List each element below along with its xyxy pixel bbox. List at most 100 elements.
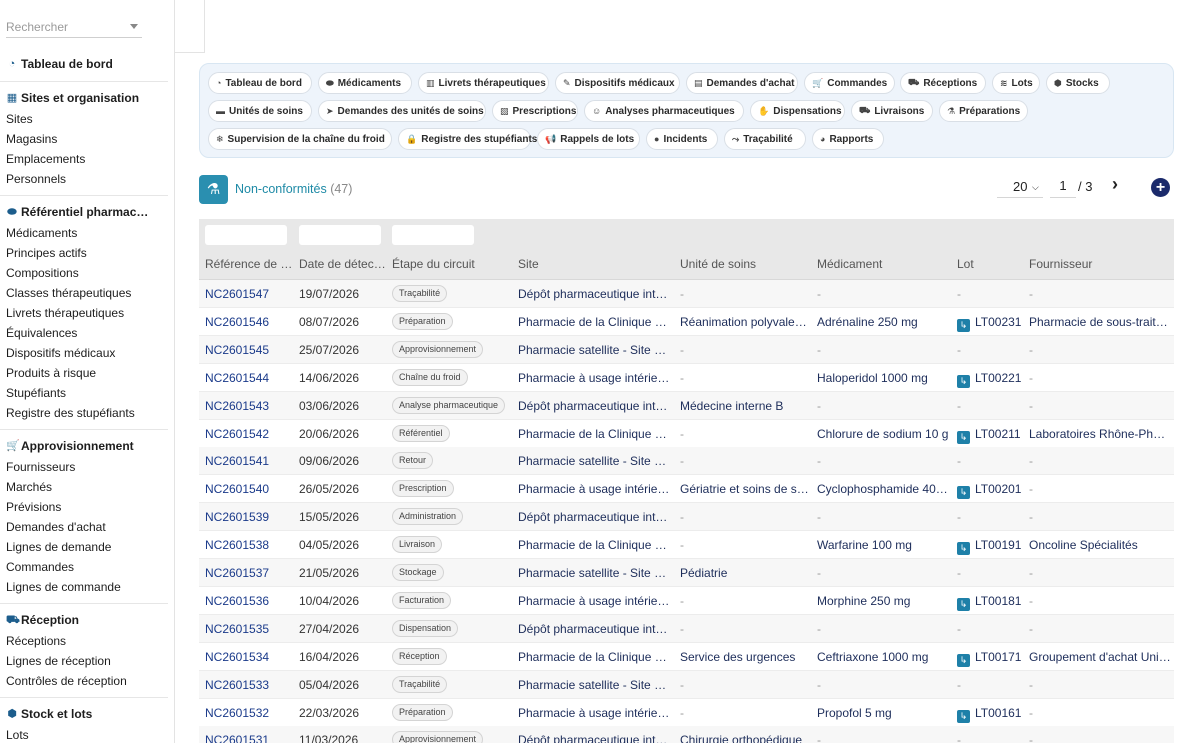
cell-supplier[interactable]: -	[1029, 706, 1171, 720]
cell-med[interactable]: Adrénaline 250 mg	[817, 315, 951, 329]
cell-supplier[interactable]: -	[1029, 343, 1171, 357]
cell-site[interactable]: Pharmacie à usage intérieur…	[518, 594, 673, 608]
table-row[interactable]: NC2601538 04/05/2026 Livraison Pharmacie de…	[199, 531, 1174, 560]
sidebar-item[interactable]: Registre des stupéfiants	[6, 406, 135, 420]
cell-supplier[interactable]: Oncoline Spécialités	[1029, 538, 1171, 552]
cell-ref[interactable]: NC2601538	[205, 538, 293, 552]
cell-site[interactable]: Dépôt pharmaceutique inter…	[518, 287, 673, 301]
cell-supplier[interactable]: Laboratoires Rhône-Pharma	[1029, 427, 1171, 441]
module-tab[interactable]: ◕ Rapports	[812, 128, 884, 150]
sidebar-item[interactable]: Produits à risque	[6, 366, 96, 380]
cell-unit[interactable]: -	[680, 343, 810, 357]
cell-ref[interactable]: NC2601547	[205, 287, 293, 301]
filter-date-input[interactable]	[299, 225, 381, 245]
lot-link[interactable]: ↳ LT00161	[957, 706, 1023, 723]
cell-site[interactable]: Pharmacie à usage intérieur…	[518, 371, 673, 385]
module-tab[interactable]: ➤ Demandes des unités de soins	[318, 100, 486, 122]
cell-unit[interactable]: -	[680, 538, 810, 552]
table-row[interactable]: NC2601533 05/04/2026 Traçabilité Pharmacie …	[199, 670, 1174, 699]
cell-site[interactable]: Dépôt pharmaceutique inter…	[518, 622, 673, 636]
column-header[interactable]: Unité de soins	[680, 257, 810, 271]
cell-med[interactable]: -	[817, 510, 951, 524]
cell-ref[interactable]: NC2601540	[205, 482, 293, 496]
sidebar-item[interactable]: Principes actifs	[6, 246, 87, 260]
cell-unit[interactable]: Médecine interne B	[680, 399, 810, 413]
sidebar-item[interactable]: Personnels	[6, 172, 66, 186]
sidebar-item[interactable]: Lignes de commande	[6, 580, 121, 594]
cell-ref[interactable]: NC2601533	[205, 678, 293, 692]
cell-ref[interactable]: NC2601544	[205, 371, 293, 385]
module-tab[interactable]: ▤ Demandes d'achat	[686, 72, 798, 94]
page-size-select[interactable]: 20 ⌵	[997, 176, 1043, 198]
cell-unit[interactable]: -	[680, 427, 810, 441]
sidebar-item[interactable]: Réceptions	[6, 634, 66, 648]
table-row[interactable]: NC2601545 25/07/2026 Approvisionnement Phar…	[199, 335, 1174, 364]
cell-unit[interactable]: -	[680, 594, 810, 608]
table-row[interactable]: NC2601536 10/04/2026 Facturation Pharmacie …	[199, 587, 1174, 615]
sidebar-item[interactable]: Magasins	[6, 132, 57, 146]
module-tab[interactable]: ⛟ Livraisons	[851, 100, 933, 122]
sidebar-item[interactable]: Dispositifs médicaux	[6, 346, 115, 360]
sidebar-item[interactable]: Lignes de réception	[6, 654, 111, 668]
module-tab[interactable]: ▥ Livrets thérapeutiques	[418, 72, 549, 94]
module-tab[interactable]: ≋ Lots	[992, 72, 1040, 94]
sidebar-item[interactable]: Compositions	[6, 266, 79, 280]
table-row[interactable]: NC2601540 26/05/2026 Prescription Pharmacie…	[199, 475, 1174, 504]
table-row[interactable]: NC2601531 11/03/2026 Approvisionnement Dépô…	[199, 726, 1174, 743]
module-tab[interactable]: ✋ Dispensations	[750, 100, 845, 122]
cell-supplier[interactable]: Pharmacie de sous-traitanc…	[1029, 315, 1171, 329]
cell-lot[interactable]: -	[957, 733, 1023, 743]
cell-med[interactable]: -	[817, 287, 951, 301]
cell-site[interactable]: Pharmacie satellite - Site Nord	[518, 566, 673, 580]
column-header[interactable]: Lot	[957, 257, 1023, 271]
cell-unit[interactable]: -	[680, 678, 810, 692]
table-row[interactable]: NC2601543 03/06/2026 Analyse pharmaceutiqu…	[199, 391, 1174, 420]
sidebar-item[interactable]: Médicaments	[6, 226, 77, 240]
module-tab[interactable]: ⬢ Stocks	[1046, 72, 1110, 94]
cell-unit[interactable]: -	[680, 706, 810, 720]
cell-supplier[interactable]: -	[1029, 482, 1171, 496]
table-row[interactable]: NC2601547 19/07/2026 Traçabilité Dépôt phar…	[199, 280, 1174, 308]
lot-link[interactable]: ↳ LT00181	[957, 594, 1023, 611]
cell-supplier[interactable]: Groupement d'achat UniHosp	[1029, 650, 1171, 664]
sidebar-item[interactable]: Contrôles de réception	[6, 674, 127, 688]
cell-site[interactable]: Pharmacie de la Clinique de…	[518, 315, 673, 329]
column-header[interactable]: Étape du circuit	[392, 257, 512, 271]
cell-supplier[interactable]: -	[1029, 371, 1171, 385]
module-tab[interactable]: ▬ Unités de soins	[208, 100, 312, 122]
cell-ref[interactable]: NC2601535	[205, 622, 293, 636]
cell-ref[interactable]: NC2601545	[205, 343, 293, 357]
cell-site[interactable]: Dépôt pharmaceutique inter…	[518, 733, 673, 743]
cell-site[interactable]: Pharmacie de la Clinique de…	[518, 427, 673, 441]
cell-site[interactable]: Pharmacie satellite - Site Nord	[518, 678, 673, 692]
module-tab[interactable]: ◔ Tableau de bord	[208, 72, 312, 94]
column-header[interactable]: Date de détec…	[299, 257, 387, 271]
cell-med[interactable]: -	[817, 733, 951, 743]
column-header[interactable]: Référence de …	[205, 257, 293, 271]
column-header[interactable]: Médicament	[817, 257, 951, 271]
cell-med[interactable]: Cyclophosphamide 40 mg	[817, 482, 951, 496]
cell-unit[interactable]: Réanimation polyvalente	[680, 315, 810, 329]
module-tab[interactable]: 🛒 Commandes	[804, 72, 895, 94]
cell-site[interactable]: Pharmacie à usage intérieur…	[518, 706, 673, 720]
sidebar-item[interactable]: Sites	[6, 112, 33, 126]
lot-link[interactable]: ↳ LT00211	[957, 427, 1023, 444]
cell-med[interactable]: -	[817, 566, 951, 580]
cell-lot[interactable]: -	[957, 566, 1023, 580]
sidebar-item[interactable]: Lignes de demande	[6, 540, 111, 554]
sidebar-section-header[interactable]: 🛒 Approvisionnement	[6, 439, 134, 453]
cell-supplier[interactable]: -	[1029, 566, 1171, 580]
cell-ref[interactable]: NC2601532	[205, 706, 293, 720]
cell-med[interactable]: Haloperidol 1000 mg	[817, 371, 951, 385]
sidebar-item[interactable]: Demandes d'achat	[6, 520, 106, 534]
sidebar-section-header[interactable]: ▦ Sites et organisation	[6, 91, 139, 105]
cell-unit[interactable]: -	[680, 287, 810, 301]
cell-site[interactable]: Pharmacie satellite - Site Nord	[518, 343, 673, 357]
cell-lot[interactable]: -	[957, 287, 1023, 301]
module-tab[interactable]: ❄ Supervision de la chaîne du froid	[208, 128, 392, 150]
cell-unit[interactable]: -	[680, 371, 810, 385]
cell-unit[interactable]: Chirurgie orthopédique	[680, 733, 810, 743]
cell-med[interactable]: -	[817, 454, 951, 468]
table-row[interactable]: NC2601532 22/03/2026 Préparation Pharmacie …	[199, 699, 1174, 727]
cell-lot[interactable]: -	[957, 678, 1023, 692]
